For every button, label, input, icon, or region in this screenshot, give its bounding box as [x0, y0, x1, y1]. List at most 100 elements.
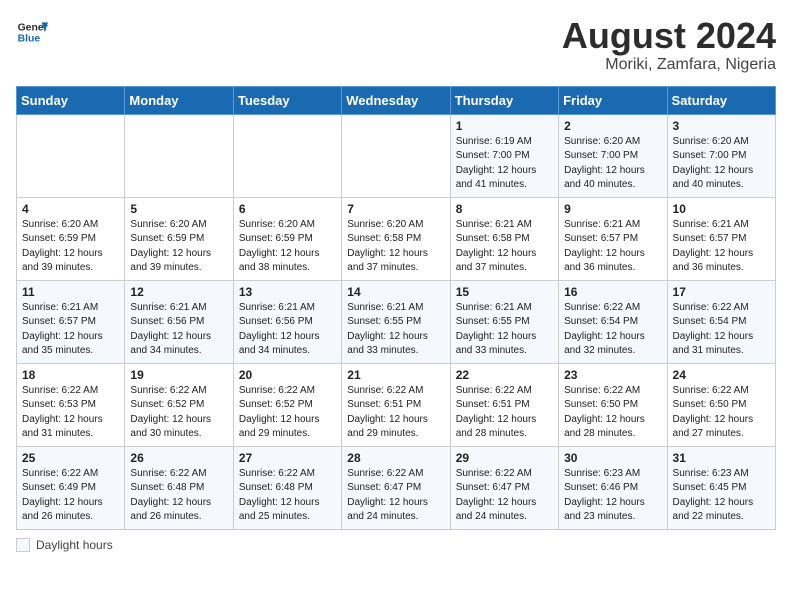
day-info: Sunrise: 6:21 AM Sunset: 6:56 PM Dayligh… — [239, 301, 336, 359]
day-info: Sunrise: 6:21 AM Sunset: 6:55 PM Dayligh… — [347, 301, 444, 359]
day-info: Sunrise: 6:22 AM Sunset: 6:48 PM Dayligh… — [239, 467, 336, 525]
calendar-cell: 11 Sunrise: 6:21 AM Sunset: 6:57 PM Dayli… — [17, 280, 125, 363]
day-info: Sunrise: 6:20 AM Sunset: 6:58 PM Dayligh… — [347, 218, 444, 276]
day-number: 21 — [347, 368, 444, 382]
calendar-cell: 27 Sunrise: 6:22 AM Sunset: 6:48 PM Dayli… — [233, 446, 341, 529]
svg-text:Blue: Blue — [18, 34, 41, 45]
day-number: 18 — [22, 368, 119, 382]
day-number: 25 — [22, 451, 119, 465]
month-title: August 2024 — [562, 16, 776, 56]
calendar-cell: 6 Sunrise: 6:20 AM Sunset: 6:59 PM Daylig… — [233, 197, 341, 280]
calendar-cell: 29 Sunrise: 6:22 AM Sunset: 6:47 PM Dayli… — [450, 446, 558, 529]
day-number: 26 — [130, 451, 227, 465]
day-number: 22 — [456, 368, 553, 382]
day-info: Sunrise: 6:21 AM Sunset: 6:57 PM Dayligh… — [22, 301, 119, 359]
calendar-cell: 28Sunrise: 6:22 AM Sunset: 6:47 PM Dayli… — [342, 446, 450, 529]
days-of-week-row: SundayMondayTuesdayWednesdayThursdayFrid… — [17, 86, 776, 114]
calendar-cell: 7 Sunrise: 6:20 AM Sunset: 6:58 PM Daylig… — [342, 197, 450, 280]
calendar-cell: 12 Sunrise: 6:21 AM Sunset: 6:56 PM Dayli… — [125, 280, 233, 363]
calendar-cell: 8 Sunrise: 6:21 AM Sunset: 6:58 PM Daylig… — [450, 197, 558, 280]
day-info: Sunrise: 6:20 AM Sunset: 6:59 PM Dayligh… — [22, 218, 119, 276]
calendar-cell: 16Sunrise: 6:22 AM Sunset: 6:54 PM Dayli… — [559, 280, 667, 363]
calendar-cell: 2Sunrise: 6:20 AM Sunset: 7:00 PM Daylig… — [559, 114, 667, 197]
day-number: 10 — [673, 202, 770, 216]
day-number: 24 — [673, 368, 770, 382]
day-info: Sunrise: 6:19 AM Sunset: 7:00 PM Dayligh… — [456, 135, 553, 193]
calendar-cell: 26Sunrise: 6:22 AM Sunset: 6:48 PM Dayli… — [125, 446, 233, 529]
logo: General Blue — [16, 16, 48, 48]
calendar-cell — [17, 114, 125, 197]
calendar-cell — [342, 114, 450, 197]
calendar-cell — [125, 114, 233, 197]
calendar-cell: 3Sunrise: 6:20 AM Sunset: 7:00 PM Daylig… — [667, 114, 775, 197]
day-number: 13 — [239, 285, 336, 299]
calendar-cell: 23Sunrise: 6:22 AM Sunset: 6:50 PM Dayli… — [559, 363, 667, 446]
day-info: Sunrise: 6:22 AM Sunset: 6:47 PM Dayligh… — [456, 467, 553, 525]
day-info: Sunrise: 6:23 AM Sunset: 6:45 PM Dayligh… — [673, 467, 770, 525]
day-info: Sunrise: 6:20 AM Sunset: 6:59 PM Dayligh… — [130, 218, 227, 276]
day-number: 20 — [239, 368, 336, 382]
footer-note: Daylight hours — [16, 538, 776, 552]
calendar-week-row: 11 Sunrise: 6:21 AM Sunset: 6:57 PM Dayli… — [17, 280, 776, 363]
day-number: 11 — [22, 285, 119, 299]
calendar-cell: 15Sunrise: 6:21 AM Sunset: 6:55 PM Dayli… — [450, 280, 558, 363]
calendar-cell: 18 Sunrise: 6:22 AM Sunset: 6:53 PM Dayli… — [17, 363, 125, 446]
day-info: Sunrise: 6:22 AM Sunset: 6:49 PM Dayligh… — [22, 467, 119, 525]
calendar-week-row: 18 Sunrise: 6:22 AM Sunset: 6:53 PM Dayli… — [17, 363, 776, 446]
day-number: 8 — [456, 202, 553, 216]
day-info: Sunrise: 6:21 AM Sunset: 6:57 PM Dayligh… — [673, 218, 770, 276]
day-number: 31 — [673, 451, 770, 465]
day-info: Sunrise: 6:21 AM Sunset: 6:58 PM Dayligh… — [456, 218, 553, 276]
day-info: Sunrise: 6:20 AM Sunset: 6:59 PM Dayligh… — [239, 218, 336, 276]
day-info: Sunrise: 6:22 AM Sunset: 6:50 PM Dayligh… — [673, 384, 770, 442]
calendar-table: SundayMondayTuesdayWednesdayThursdayFrid… — [16, 86, 776, 530]
calendar-cell: 4 Sunrise: 6:20 AM Sunset: 6:59 PM Daylig… — [17, 197, 125, 280]
day-info: Sunrise: 6:21 AM Sunset: 6:55 PM Dayligh… — [456, 301, 553, 359]
calendar-cell: 25 Sunrise: 6:22 AM Sunset: 6:49 PM Dayli… — [17, 446, 125, 529]
day-info: Sunrise: 6:20 AM Sunset: 7:00 PM Dayligh… — [564, 135, 661, 193]
calendar-week-row: 25 Sunrise: 6:22 AM Sunset: 6:49 PM Dayli… — [17, 446, 776, 529]
day-number: 6 — [239, 202, 336, 216]
calendar-cell: 22 Sunrise: 6:22 AM Sunset: 6:51 PM Dayli… — [450, 363, 558, 446]
day-number: 19 — [130, 368, 227, 382]
calendar-cell: 1 Sunrise: 6:19 AM Sunset: 7:00 PM Daylig… — [450, 114, 558, 197]
day-of-week-header: Tuesday — [233, 86, 341, 114]
daylight-indicator — [16, 538, 30, 552]
page-header: General Blue August 2024 Moriki, Zamfara… — [16, 16, 776, 74]
day-number: 12 — [130, 285, 227, 299]
logo-icon: General Blue — [16, 16, 48, 48]
day-info: Sunrise: 6:22 AM Sunset: 6:51 PM Dayligh… — [347, 384, 444, 442]
day-number: 4 — [22, 202, 119, 216]
day-info: Sunrise: 6:22 AM Sunset: 6:52 PM Dayligh… — [239, 384, 336, 442]
location: Moriki, Zamfara, Nigeria — [562, 56, 776, 74]
day-number: 14 — [347, 285, 444, 299]
calendar-cell: 19 Sunrise: 6:22 AM Sunset: 6:52 PM Dayli… — [125, 363, 233, 446]
day-info: Sunrise: 6:22 AM Sunset: 6:51 PM Dayligh… — [456, 384, 553, 442]
day-number: 7 — [347, 202, 444, 216]
calendar-cell: 14 Sunrise: 6:21 AM Sunset: 6:55 PM Dayli… — [342, 280, 450, 363]
day-info: Sunrise: 6:22 AM Sunset: 6:53 PM Dayligh… — [22, 384, 119, 442]
day-info: Sunrise: 6:22 AM Sunset: 6:54 PM Dayligh… — [564, 301, 661, 359]
calendar-cell: 17Sunrise: 6:22 AM Sunset: 6:54 PM Dayli… — [667, 280, 775, 363]
day-number: 23 — [564, 368, 661, 382]
day-number: 29 — [456, 451, 553, 465]
calendar-cell: 30Sunrise: 6:23 AM Sunset: 6:46 PM Dayli… — [559, 446, 667, 529]
calendar-cell: 13 Sunrise: 6:21 AM Sunset: 6:56 PM Dayli… — [233, 280, 341, 363]
day-number: 27 — [239, 451, 336, 465]
day-of-week-header: Wednesday — [342, 86, 450, 114]
day-of-week-header: Thursday — [450, 86, 558, 114]
day-of-week-header: Sunday — [17, 86, 125, 114]
day-number: 1 — [456, 119, 553, 133]
calendar-cell: 21 Sunrise: 6:22 AM Sunset: 6:51 PM Dayli… — [342, 363, 450, 446]
calendar-cell: 20 Sunrise: 6:22 AM Sunset: 6:52 PM Dayli… — [233, 363, 341, 446]
day-number: 30 — [564, 451, 661, 465]
day-info: Sunrise: 6:20 AM Sunset: 7:00 PM Dayligh… — [673, 135, 770, 193]
day-info: Sunrise: 6:22 AM Sunset: 6:52 PM Dayligh… — [130, 384, 227, 442]
day-info: Sunrise: 6:21 AM Sunset: 6:57 PM Dayligh… — [564, 218, 661, 276]
day-of-week-header: Friday — [559, 86, 667, 114]
title-block: August 2024 Moriki, Zamfara, Nigeria — [562, 16, 776, 74]
day-info: Sunrise: 6:21 AM Sunset: 6:56 PM Dayligh… — [130, 301, 227, 359]
day-of-week-header: Monday — [125, 86, 233, 114]
day-number: 5 — [130, 202, 227, 216]
calendar-cell — [233, 114, 341, 197]
